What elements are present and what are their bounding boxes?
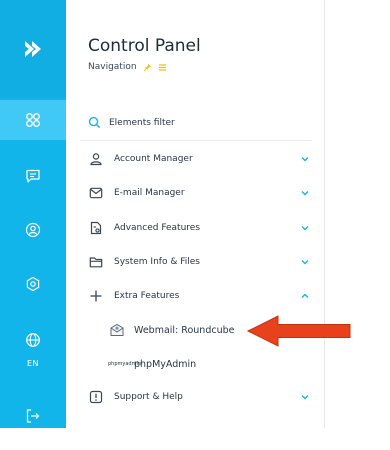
submenu-item-phpmyadmin[interactable]: phpmyadmin phpMyAdmin (108, 354, 308, 374)
logout-icon (26, 409, 40, 423)
elements-filter[interactable]: Elements filter (88, 116, 306, 129)
menu-label: Extra Features (114, 291, 180, 301)
submenu-label: phpMyAdmin (134, 358, 197, 370)
user-icon (88, 151, 104, 167)
rail-dashboard[interactable] (0, 100, 66, 140)
menu-item-email-manager[interactable]: E-mail Manager (88, 183, 310, 203)
language-label[interactable]: EN (0, 359, 66, 368)
rail-logout[interactable] (0, 396, 66, 436)
user-circle-icon (25, 222, 41, 238)
double-chevron-logo-icon (25, 41, 41, 57)
folder-icon (88, 254, 104, 270)
menu-item-support-help[interactable]: Support & Help (88, 387, 310, 407)
navigation-panel: Control Panel Navigation Elements filter… (66, 0, 325, 428)
filter-placeholder: Elements filter (109, 117, 175, 128)
mail-icon (88, 185, 104, 201)
menu-label: Account Manager (114, 154, 193, 164)
menu-label: Support & Help (114, 392, 183, 402)
divider (80, 140, 312, 141)
roundcube-icon (108, 322, 126, 338)
logo[interactable] (0, 0, 66, 98)
rail-messages[interactable] (0, 156, 66, 196)
menu-label: System Info & Files (114, 257, 200, 267)
menu-label: E-mail Manager (114, 188, 185, 198)
phpmyadmin-logo-icon: phpmyadmin (108, 361, 142, 367)
pin-icon[interactable] (143, 63, 152, 72)
menu-item-advanced-features[interactable]: Advanced Features (88, 218, 310, 238)
rail-language[interactable] (0, 320, 66, 360)
navigation-label: Navigation (88, 62, 137, 72)
menu-item-system-info[interactable]: System Info & Files (88, 252, 310, 272)
chevron-down-icon[interactable] (300, 154, 310, 164)
navigation-subtitle: Navigation (88, 62, 167, 72)
icon-rail: EN (0, 0, 66, 428)
submenu-label: Webmail: Roundcube (134, 324, 235, 336)
search-icon (88, 116, 101, 129)
page-title: Control Panel (88, 36, 201, 56)
document-settings-icon (88, 220, 104, 236)
chevron-down-icon[interactable] (300, 257, 310, 267)
globe-icon (26, 333, 40, 347)
dashboard-icon (26, 113, 40, 127)
list-icon[interactable] (158, 63, 167, 72)
rail-settings[interactable] (0, 264, 66, 304)
chevron-up-icon[interactable] (300, 291, 310, 301)
menu-item-account-manager[interactable]: Account Manager (88, 149, 310, 169)
menu-label: Advanced Features (114, 223, 201, 233)
menu-item-extra-features[interactable]: Extra Features (88, 286, 310, 306)
settings-icon (26, 276, 40, 292)
chat-icon (26, 169, 40, 183)
alert-square-icon (88, 389, 104, 405)
rail-account[interactable] (0, 210, 66, 250)
chevron-down-icon[interactable] (300, 392, 310, 402)
chevron-down-icon[interactable] (300, 188, 310, 198)
plus-icon (88, 288, 104, 304)
chevron-down-icon[interactable] (300, 223, 310, 233)
annotation-arrow-icon (246, 315, 351, 347)
